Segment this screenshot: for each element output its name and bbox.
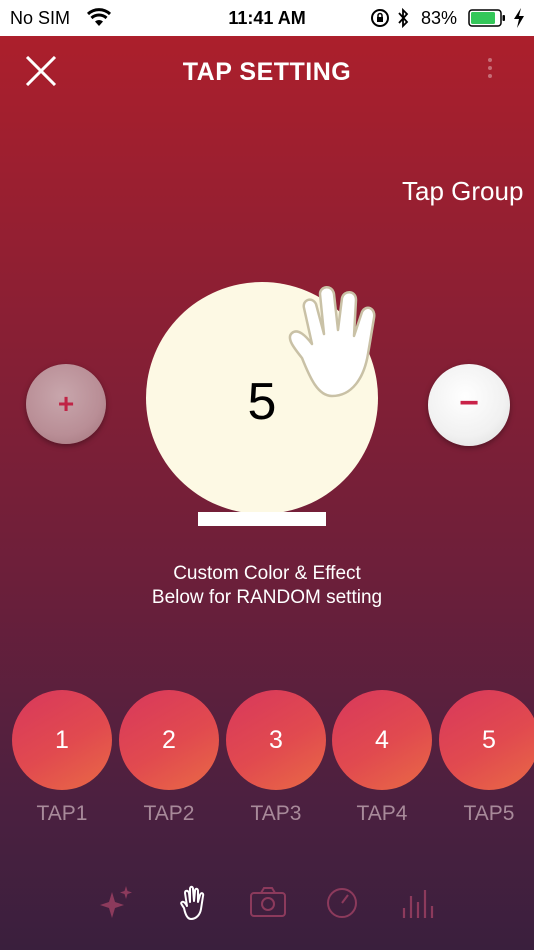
tap-label-1: TAP1 — [36, 802, 88, 825]
hand-icon — [288, 286, 376, 398]
tap-item-5[interactable]: 5 TAP5 — [439, 690, 534, 826]
increase-button[interactable]: + — [26, 364, 106, 444]
tap-base-bar — [198, 512, 326, 526]
decrease-button[interactable]: − — [428, 364, 510, 446]
bluetooth-icon — [398, 7, 409, 29]
tap-label-4: TAP4 — [356, 802, 408, 825]
sparkle-icon[interactable] — [96, 882, 136, 922]
battery-icon — [468, 9, 505, 27]
tap-ball-3[interactable]: 3 — [226, 690, 326, 790]
battery-percent: 83% — [421, 8, 458, 28]
page-title: TAP SETTING — [182, 58, 352, 86]
tap-item-1[interactable]: 1 TAP1 — [12, 690, 112, 826]
tab-bar — [0, 870, 534, 940]
hand-icon[interactable] — [172, 882, 212, 922]
instruction-line-1: Custom Color & Effect — [173, 563, 361, 584]
speedometer-icon[interactable] — [322, 882, 362, 922]
tap-item-4[interactable]: 4 TAP4 — [332, 690, 432, 826]
tap-ball-2[interactable]: 2 — [119, 690, 219, 790]
tap-ball-5[interactable]: 5 — [439, 690, 534, 790]
tap-label-5: TAP5 — [463, 802, 515, 825]
tap-group-label[interactable]: Tap Group — [402, 176, 523, 207]
equalizer-icon[interactable] — [396, 882, 436, 922]
tap-ball-1[interactable]: 1 — [12, 690, 112, 790]
more-vertical-icon[interactable] — [480, 54, 500, 88]
tap-list: 1 TAP1 2 TAP2 3 TAP3 4 TAP4 5 TAP5 — [12, 690, 534, 840]
status-bar: No SIM 11:41 AM 83% — [0, 0, 534, 36]
tap-ball-4[interactable]: 4 — [332, 690, 432, 790]
tap-label-3: TAP3 — [250, 802, 302, 825]
camera-icon[interactable] — [248, 882, 288, 922]
tap-label-2: TAP2 — [143, 802, 195, 825]
instruction-line-2: Below for RANDOM setting — [151, 587, 383, 608]
tap-item-2[interactable]: 2 TAP2 — [119, 690, 219, 826]
rotation-lock-icon — [371, 9, 389, 27]
navigation-bar: TAP SETTING — [0, 36, 534, 106]
instruction-text: Custom Color & Effect Below for RANDOM s… — [0, 562, 534, 610]
tap-item-3[interactable]: 3 TAP3 — [226, 690, 326, 826]
charging-icon — [514, 8, 524, 28]
